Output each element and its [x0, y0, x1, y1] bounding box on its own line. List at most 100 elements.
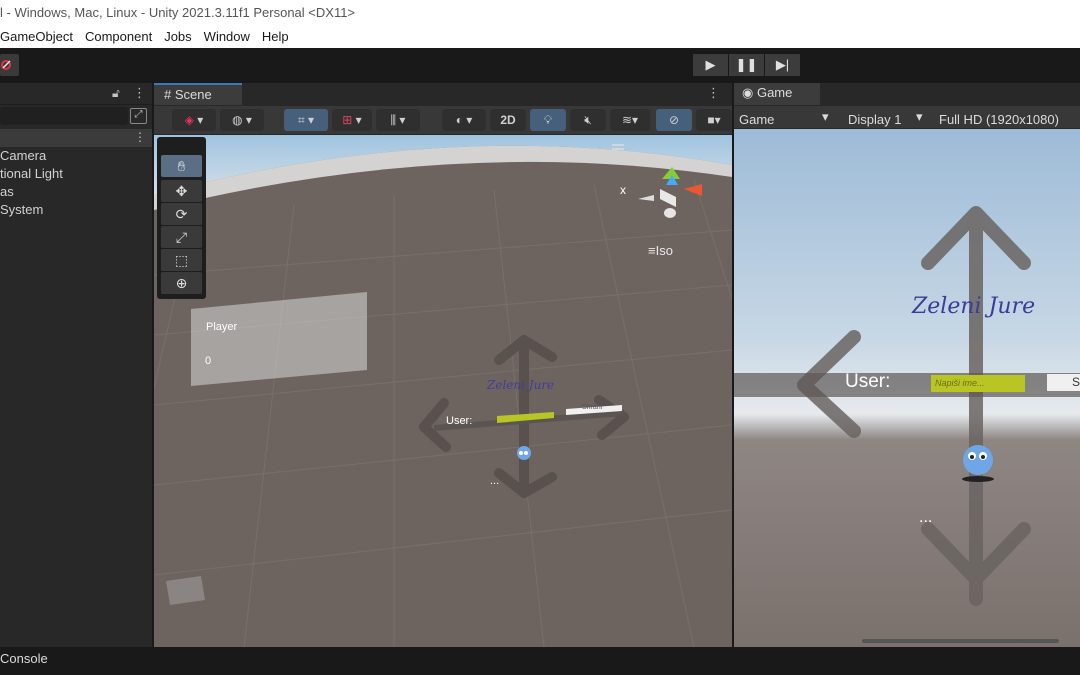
search-options-icon[interactable]: ⤢: [130, 108, 147, 124]
camera-dropdown[interactable]: ■ ▾: [696, 109, 732, 131]
scene-menu-icon[interactable]: ⋮: [707, 85, 720, 101]
ruler-dropdown[interactable]: ⫼ ▾: [376, 109, 420, 131]
step-button[interactable]: ▶|: [765, 54, 800, 76]
2d-toggle[interactable]: 2D: [490, 109, 526, 131]
step-icon: ▶|: [775, 57, 790, 72]
transform-tool[interactable]: ⊕: [161, 272, 202, 294]
shading-icon: ◐: [455, 113, 463, 127]
scene-panel-value: 0: [205, 355, 212, 367]
hierarchy-panel: 🔓︎ ⋮ ⤢ ⋮ Camera tional Light as System: [0, 83, 152, 647]
hand-icon: ✋︎: [177, 157, 186, 174]
audio-toggle[interactable]: 🔇︎: [570, 109, 606, 131]
hierarchy-item-light[interactable]: tional Light: [0, 165, 152, 183]
camera-icon: ■: [707, 113, 715, 127]
playmode-controls: ▶ ❚❚ ▶|: [693, 54, 801, 76]
hierarchy-item-eventsystem[interactable]: System: [0, 201, 152, 219]
window-title-bar: l - Windows, Mac, Linux - Unity 2021.3.1…: [0, 0, 1080, 26]
projection-label: Iso: [655, 243, 673, 258]
lighting-toggle[interactable]: 💡︎: [530, 109, 566, 131]
increment-snap-dropdown[interactable]: ⊞ ▾: [332, 109, 372, 131]
hidden-objects-toggle[interactable]: ⊘: [656, 109, 692, 131]
snap-icon: ⊞: [342, 113, 353, 127]
lock-icon[interactable]: 🔓︎: [112, 86, 120, 101]
scene-save-label: Shrani: [582, 404, 603, 411]
panel-menu-icon[interactable]: ⋮: [133, 85, 146, 101]
collab-icon: [1, 60, 11, 70]
scene-ellipsis: ...: [490, 475, 500, 487]
resolution-label: Full HD (1920x1080): [939, 112, 1059, 127]
pause-icon: ❚❚: [735, 57, 758, 72]
menu-help[interactable]: Help: [262, 29, 289, 48]
pause-button[interactable]: ❚❚: [729, 54, 764, 76]
scene-menu-icon[interactable]: ⋮: [134, 130, 146, 144]
hierarchy-search-input[interactable]: [0, 107, 128, 125]
hierarchy-item-canvas[interactable]: as: [0, 183, 152, 201]
scene-tool-palette: ✋︎ ✥ ⟳ ⤢ ⬚ ⊕: [157, 137, 206, 299]
projection-toggle[interactable]: ≡Iso: [648, 243, 673, 258]
menu-gameobject[interactable]: GameObject: [0, 29, 73, 48]
collab-button[interactable]: [0, 54, 19, 76]
hand-tool[interactable]: ✋︎: [161, 155, 202, 177]
shading-dropdown[interactable]: ◐ ▾: [442, 109, 486, 131]
dropdown-chevron-icon: ▾: [822, 109, 829, 124]
scene-title-text: Zeleni Jure: [487, 378, 555, 392]
eye-slash-icon: ⊘: [668, 113, 680, 127]
tab-game-label: Game: [756, 85, 793, 100]
tab-game[interactable]: ◉ Game: [734, 83, 820, 105]
hierarchy-tab-bar: 🔓︎ ⋮: [0, 83, 152, 105]
rotate-icon: ⟳: [175, 205, 188, 222]
grid-icon: #: [164, 87, 172, 102]
dropdown-chevron-icon: ▾: [916, 109, 923, 124]
effects-dropdown[interactable]: ≋ ▾: [610, 109, 650, 131]
bottom-panel-bar: Console: [0, 647, 1080, 675]
menu-jobs[interactable]: Jobs: [164, 29, 191, 48]
gizmo-x-label: x: [620, 183, 626, 197]
rect-tool[interactable]: ⬚: [161, 249, 202, 271]
gamepad-icon: ◉: [742, 85, 754, 100]
game-view-label: Game: [739, 112, 775, 127]
effects-icon: ≋: [621, 113, 633, 127]
game-save-button[interactable]: S: [1072, 375, 1080, 389]
pivot-global-dropdown[interactable]: ◍ ▾: [220, 109, 264, 131]
game-panel: ◉ Game Game ▾ Display 1 ▾ Full HD (1920x…: [734, 83, 1080, 647]
scale-tool[interactable]: ⤢: [161, 226, 202, 248]
rotate-tool[interactable]: ⟳: [161, 203, 202, 225]
grid-snap-icon: ⌗: [297, 112, 305, 127]
play-button[interactable]: ▶: [693, 54, 728, 76]
game-toolbar: Game ▾ Display 1 ▾ Full HD (1920x1080): [734, 106, 1080, 128]
move-icon: ✥: [175, 182, 188, 199]
window-title: l - Windows, Mac, Linux - Unity 2021.3.1…: [0, 5, 356, 20]
transform-icon: ⊕: [175, 274, 188, 291]
menu-window[interactable]: Window: [204, 29, 250, 48]
scale-icon: ⤢: [175, 228, 188, 245]
display-label: Display 1: [848, 112, 902, 127]
game-scrollbar[interactable]: [862, 639, 1059, 643]
tab-console[interactable]: Console: [0, 651, 48, 666]
globe-icon: ◍: [232, 113, 243, 127]
draw-mode-icon: ◈: [184, 113, 194, 127]
scene-viewport[interactable]: x Player 0 User: Shrani Zeleni Jure ...: [154, 135, 732, 647]
hierarchy-item-camera[interactable]: Camera: [0, 147, 152, 165]
menu-lines-icon: ≡: [648, 243, 656, 258]
scene-user-label: User:: [446, 415, 473, 427]
menu-component[interactable]: Component: [85, 29, 152, 48]
grid-snap-dropdown[interactable]: ⌗ ▾: [284, 109, 328, 131]
game-ellipsis: ...: [919, 509, 933, 526]
move-tool[interactable]: ✥: [161, 180, 202, 202]
scene-panel-title: Player: [206, 321, 238, 333]
draw-mode-dropdown[interactable]: ◈ ▾: [172, 109, 216, 131]
speaker-icon: 🔇︎: [584, 112, 592, 127]
tab-scene[interactable]: # Scene: [154, 83, 242, 105]
game-user-label: User:: [845, 371, 891, 392]
game-name-input[interactable]: Napiši ime...: [935, 378, 985, 388]
game-title-text: Zeleni Jure: [912, 294, 1036, 319]
scene-toolbar: ◈ ▾ ◍ ▾ ⌗ ▾ ⊞ ▾ ⫼ ▾ ◐ ▾ 2D 💡︎ 🔇︎ ≋ ▾ ⊘ ■ ▾: [154, 106, 732, 134]
game-viewport[interactable]: Zeleni Jure User: Napiši ime... S ...: [734, 129, 1080, 647]
ruler-icon: ⫼: [390, 112, 397, 127]
tab-scene-label: Scene: [174, 87, 212, 102]
scene-render: [154, 135, 732, 647]
menu-bar: GameObject Component Jobs Window Help: [0, 26, 1080, 48]
rect-icon: ⬚: [174, 251, 189, 268]
main-toolbar: ▶ ❚❚ ▶|: [0, 48, 1080, 82]
scene-root-row[interactable]: ⋮: [0, 129, 152, 147]
